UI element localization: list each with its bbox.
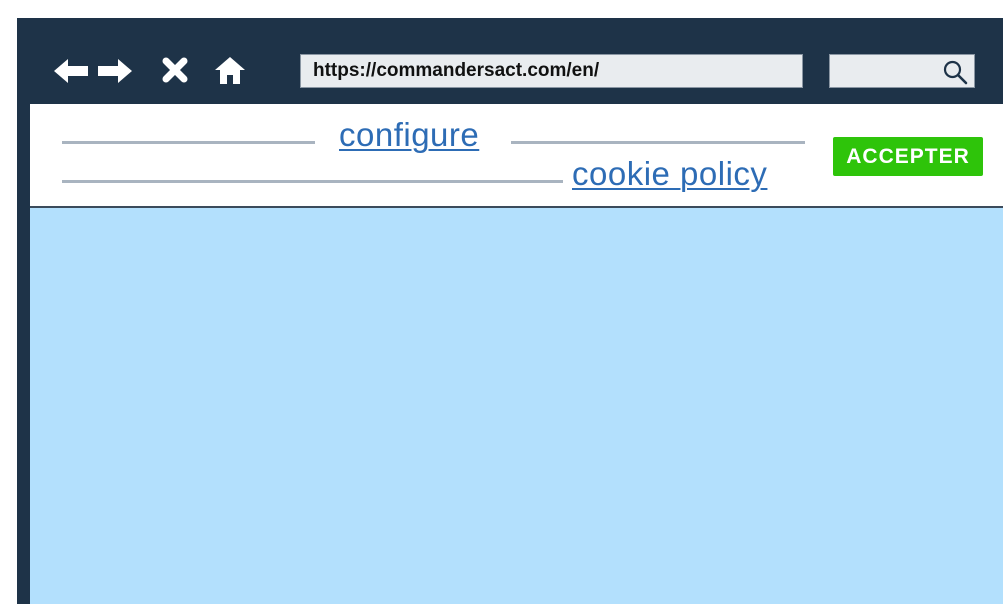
placeholder-line xyxy=(511,141,805,144)
close-icon[interactable] xyxy=(161,56,189,84)
search-icon[interactable] xyxy=(942,59,968,85)
page-content xyxy=(30,208,1003,604)
url-text: https://commandersact.com/en/ xyxy=(313,60,600,81)
home-icon[interactable] xyxy=(213,54,247,86)
back-arrow-icon[interactable] xyxy=(53,58,89,84)
search-input[interactable] xyxy=(829,54,975,88)
address-bar[interactable]: https://commandersact.com/en/ xyxy=(300,54,803,88)
configure-link[interactable]: configure xyxy=(339,116,479,154)
browser-window: https://commandersact.com/en/ configure … xyxy=(17,18,1003,604)
forward-arrow-icon[interactable] xyxy=(97,58,133,84)
cookie-policy-link[interactable]: cookie policy xyxy=(572,155,767,193)
placeholder-line xyxy=(62,180,563,183)
cookie-banner: configure cookie policy ACCEPTER xyxy=(30,104,1003,208)
placeholder-line xyxy=(62,141,315,144)
accept-button[interactable]: ACCEPTER xyxy=(833,137,983,176)
